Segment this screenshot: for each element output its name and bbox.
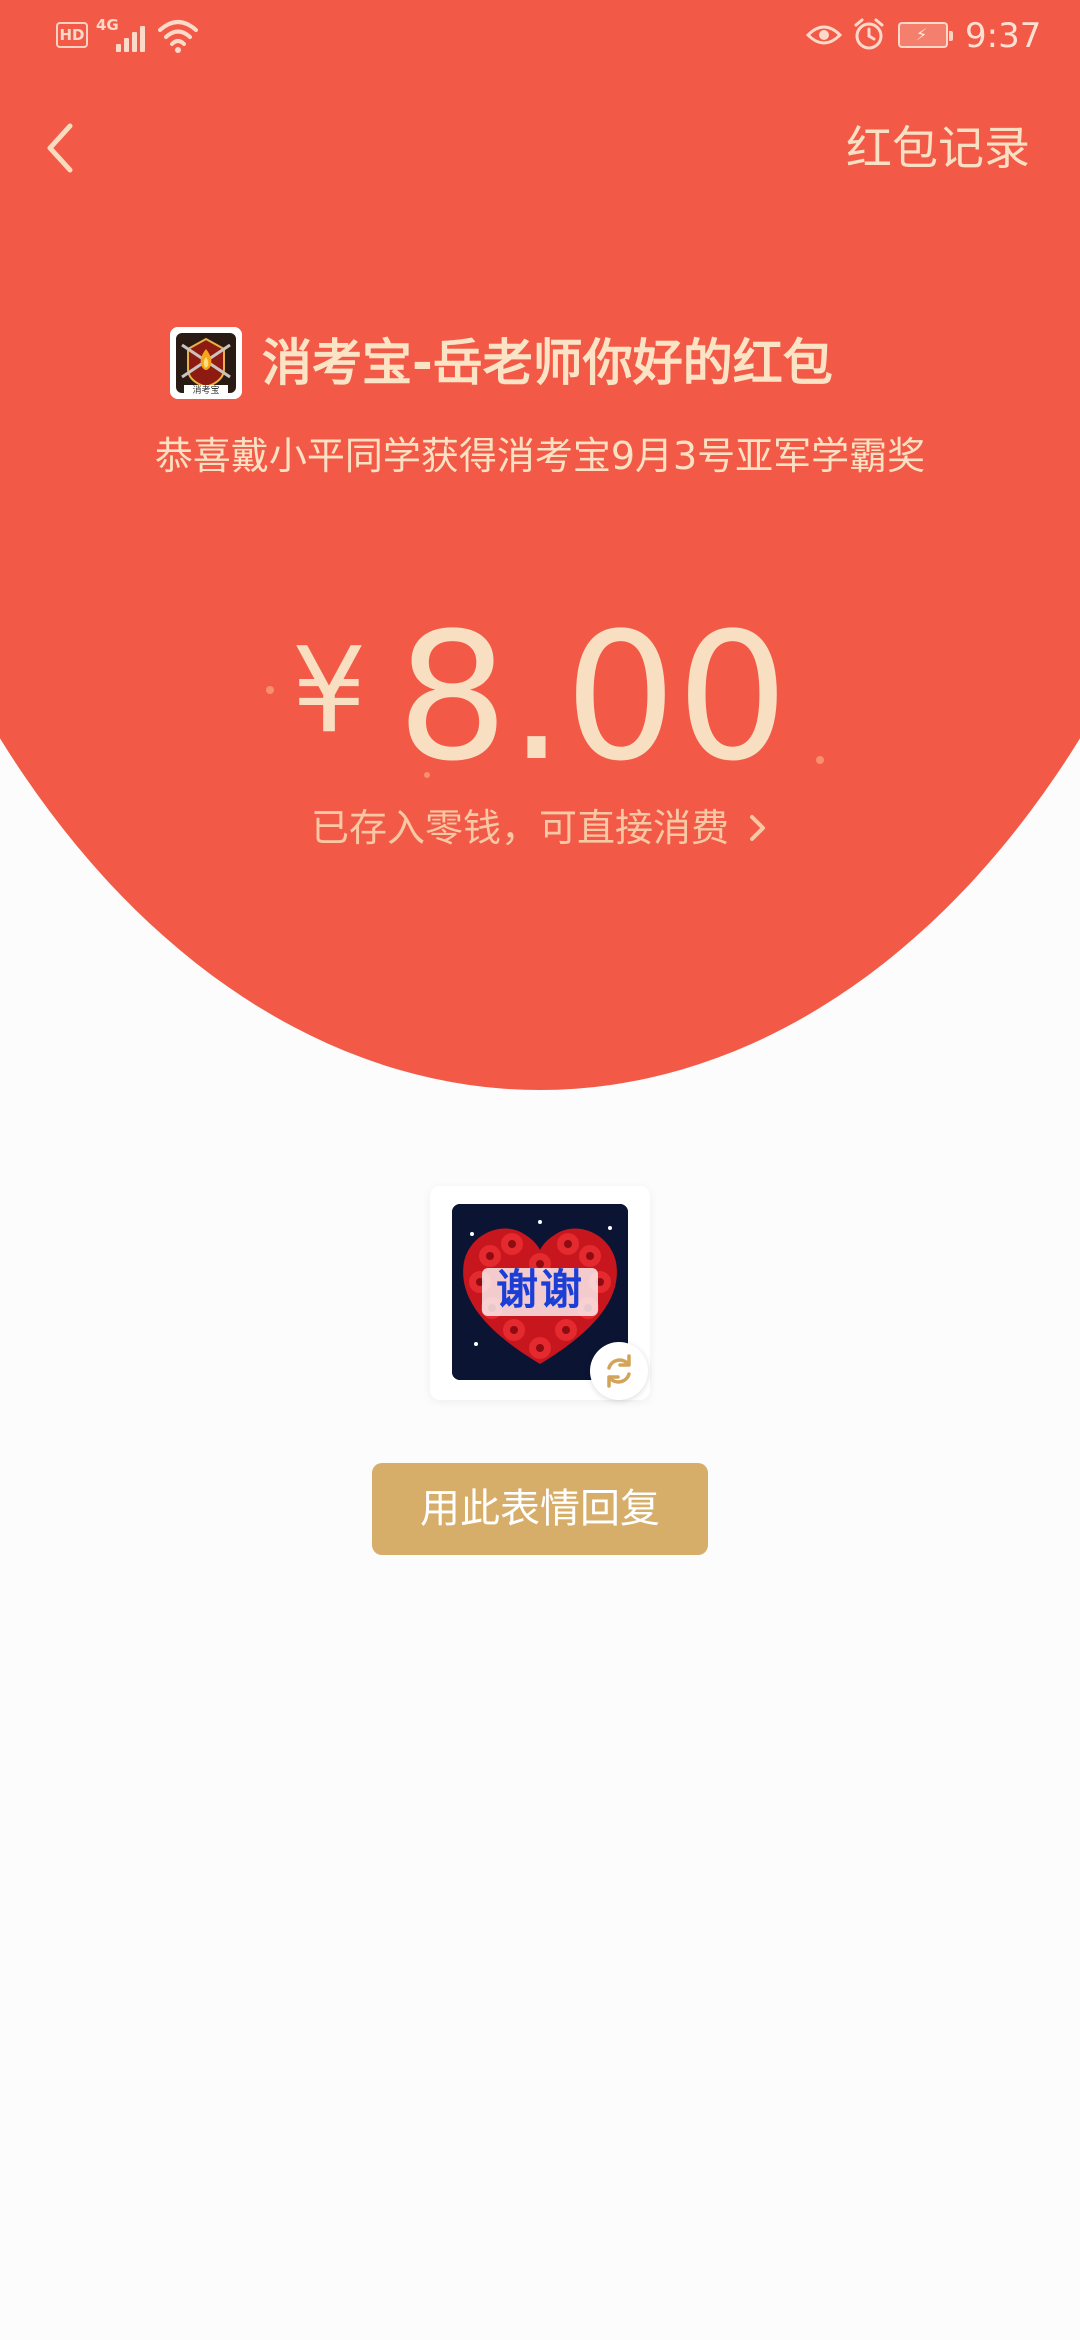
refresh-icon	[607, 1354, 631, 1388]
red-packet-title: 消考宝-岳老师你好的红包	[262, 334, 833, 392]
signal-icon	[116, 22, 150, 52]
red-packet-detail-screen: HD 4G ⚡ 9:37 红包记录 消考宝 消考宝-岳老师你好的红包 恭喜戴小平…	[0, 0, 1080, 2340]
eye-comfort-icon	[806, 25, 842, 45]
sender-avatar[interactable]: 消考宝	[170, 327, 242, 399]
currency-symbol: ¥	[291, 621, 367, 759]
alarm-icon	[854, 18, 884, 50]
red-packet-records-link[interactable]: 红包记录	[846, 118, 1030, 178]
chevron-right-icon	[750, 815, 766, 841]
wallet-balance-note: 已存入零钱，可直接消费	[310, 806, 729, 850]
amount-value: 8.00	[396, 595, 789, 800]
sticker-card: 谢谢	[430, 1186, 650, 1400]
sender-logo-caption: 消考宝	[192, 386, 220, 396]
blessing-message: 恭喜戴小平同学获得消考宝9月3号亚军学霸奖	[154, 434, 926, 478]
reply-with-sticker-button[interactable]: 用此表情回复	[372, 1463, 708, 1555]
battery-charging-icon: ⚡	[898, 22, 953, 48]
amount-display: ¥8.00	[0, 598, 1080, 798]
back-button[interactable]	[38, 116, 86, 180]
wallet-balance-link[interactable]: 已存入零钱，可直接消费	[0, 800, 1080, 856]
wifi-icon	[158, 20, 198, 53]
status-time: 9:37	[965, 16, 1042, 56]
sticker-caption: 谢谢	[495, 1265, 584, 1314]
hd-badge: HD	[56, 22, 88, 48]
status-bar: HD 4G ⚡ 9:37	[0, 0, 1080, 72]
chevron-left-icon	[47, 123, 73, 173]
refresh-sticker-button[interactable]	[590, 1342, 648, 1400]
